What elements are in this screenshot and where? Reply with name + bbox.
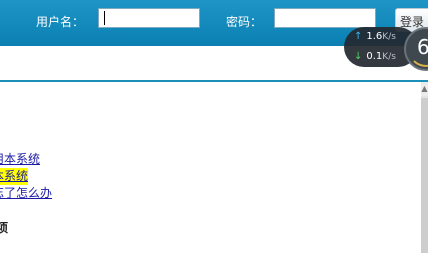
download-unit: K/s (382, 52, 396, 62)
password-label: 密码： (226, 15, 263, 29)
main-content: 用本系统 本系统 忘了怎么办 项 (0, 82, 421, 253)
download-value: 0.1 (366, 51, 383, 62)
upload-arrow-icon: ↑ (354, 31, 363, 42)
scroll-up-arrow-icon[interactable]: ▲ (421, 82, 428, 96)
upload-speed: ↑ 1.6K/s (354, 31, 396, 42)
download-arrow-icon: ↓ (354, 51, 363, 62)
section-heading: 项 (0, 221, 9, 235)
help-link-use-system[interactable]: 用本系统 (0, 151, 52, 168)
upload-value: 1.6 (366, 31, 383, 42)
scrollbar-thumb[interactable] (421, 98, 428, 253)
username-input[interactable] (98, 8, 200, 28)
help-link-this-system[interactable]: 本系统 (0, 168, 29, 185)
upload-unit: K/s (382, 32, 396, 42)
username-label: 用户名： (36, 15, 85, 29)
help-links: 用本系统 本系统 忘了怎么办 (0, 151, 52, 202)
password-input[interactable] (274, 8, 376, 28)
download-speed: ↓ 0.1K/s (354, 51, 396, 62)
ring-value: 6 (417, 35, 428, 59)
text-cursor (104, 11, 105, 25)
help-link-forgot[interactable]: 忘了怎么办 (0, 185, 52, 202)
